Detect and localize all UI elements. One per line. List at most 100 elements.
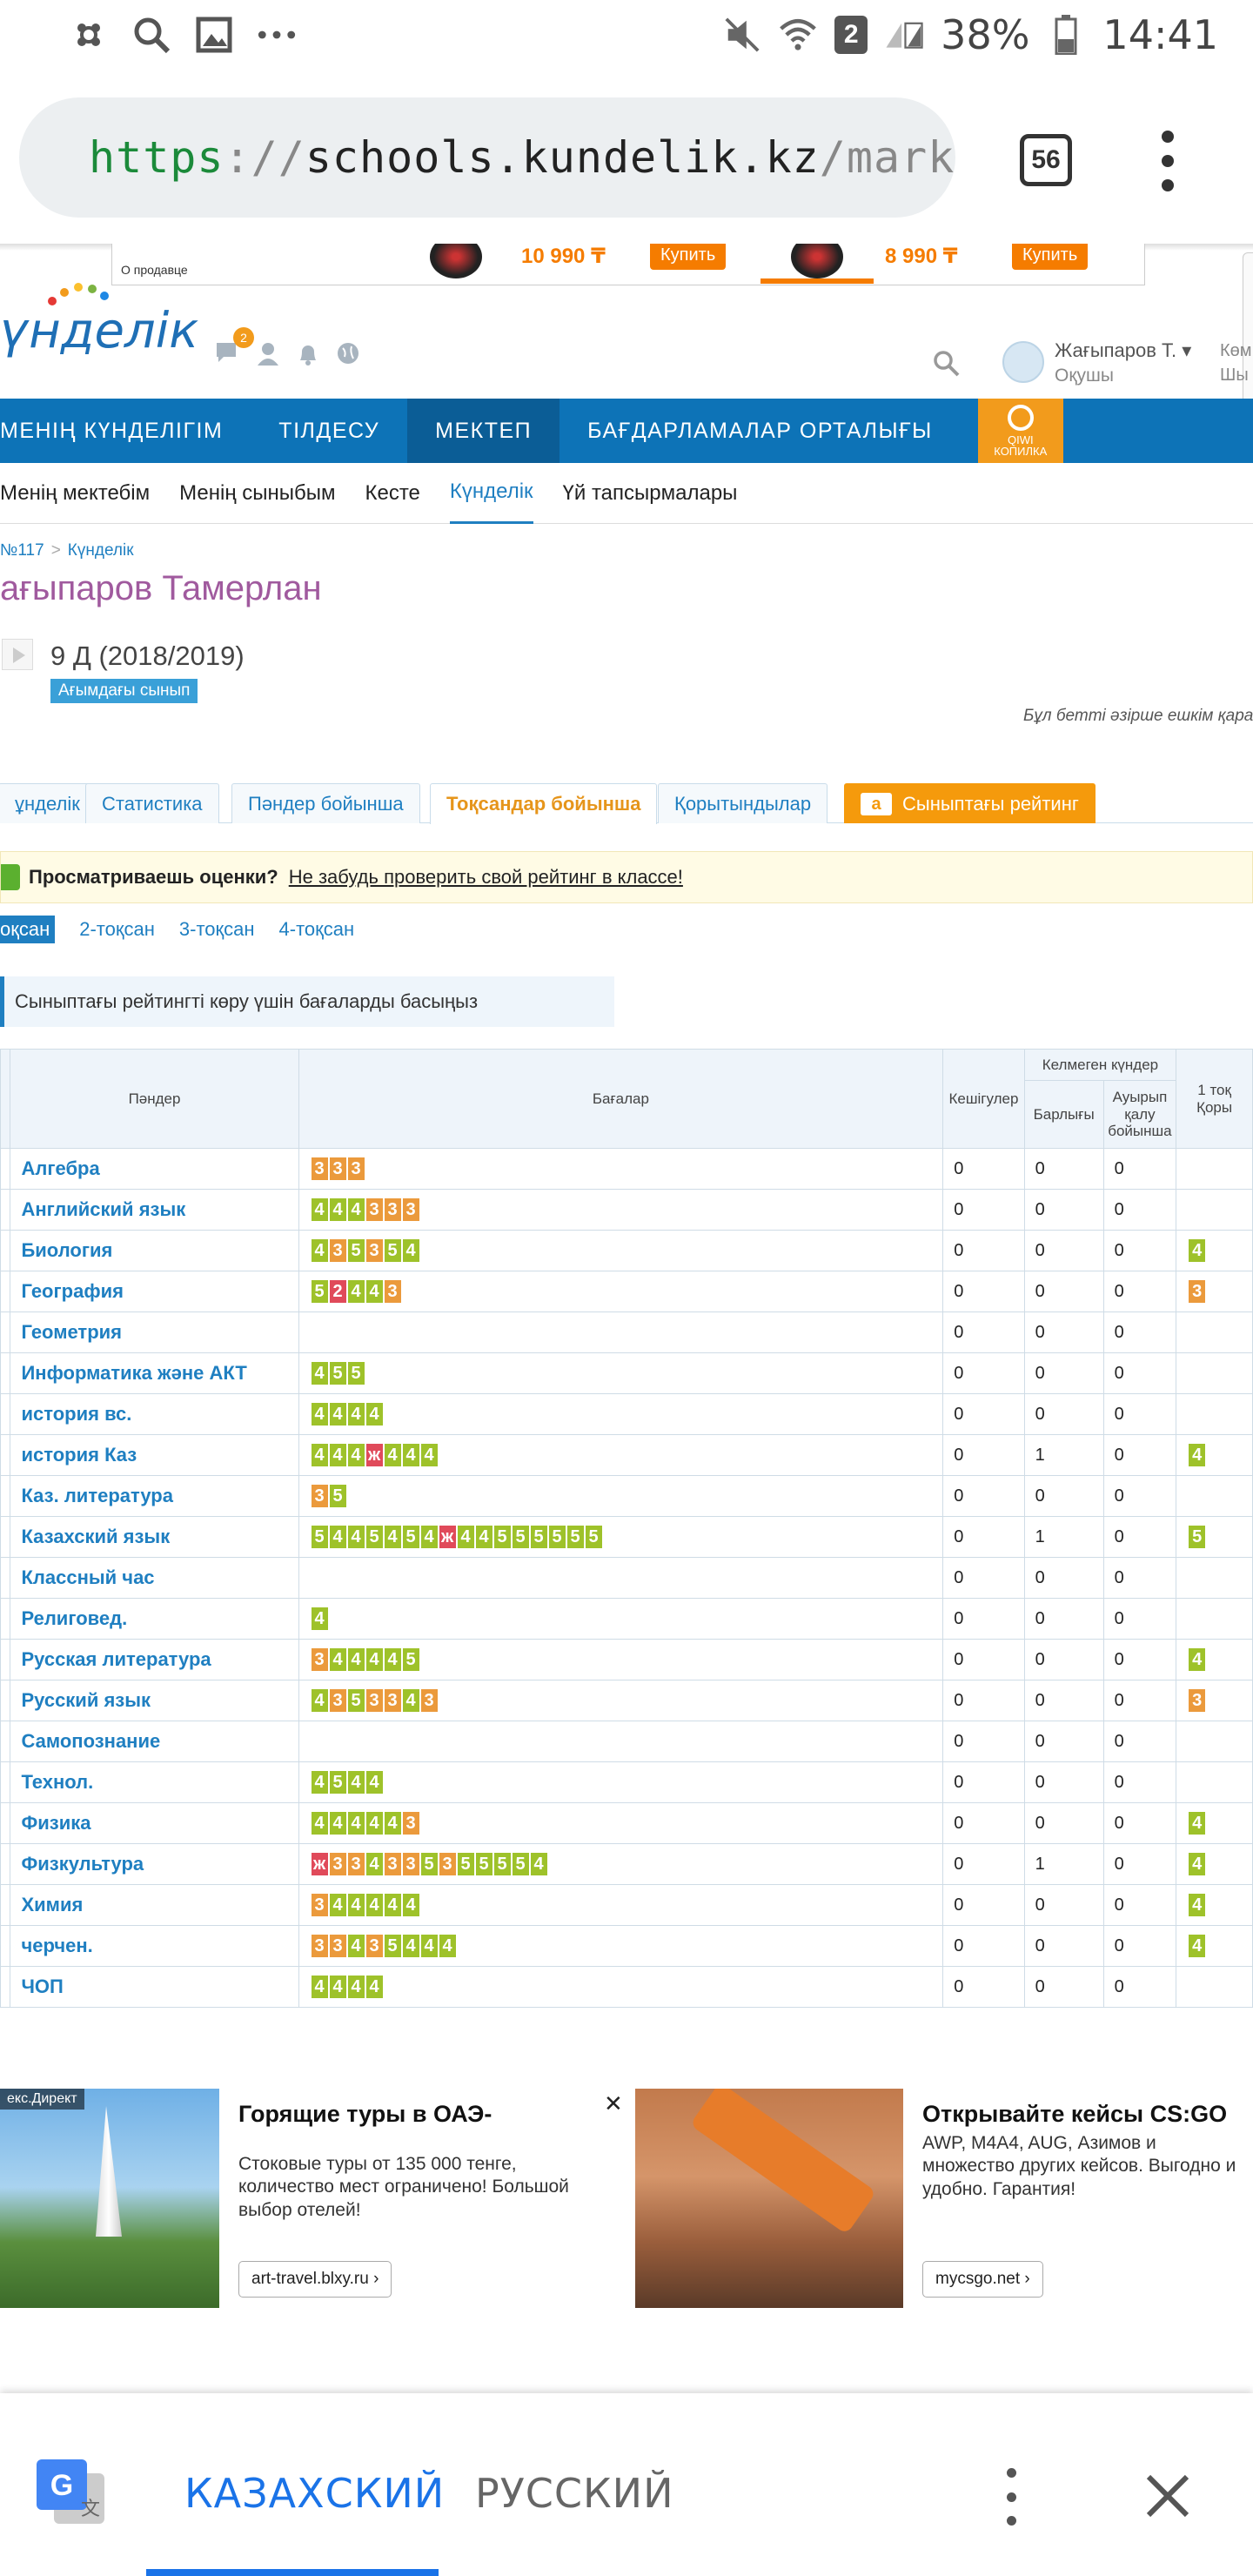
grade-mark[interactable]: 3 <box>311 1935 328 1957</box>
play-icon[interactable] <box>2 639 33 670</box>
target-language-tab[interactable]: РУССКИЙ <box>475 2470 674 2517</box>
grade-mark[interactable]: 3 <box>402 1853 419 1875</box>
grade-mark[interactable]: 4 <box>329 1648 346 1671</box>
qiwi-kopilka-button[interactable]: QIWI КОПИЛКА <box>977 399 1063 463</box>
subject-link[interactable]: Физкультура <box>10 1843 299 1885</box>
subject-link[interactable]: Химия <box>10 1884 299 1926</box>
grade-mark[interactable]: ж <box>311 1853 328 1875</box>
grade-mark[interactable]: 4 <box>384 1648 401 1671</box>
final-grade-mark[interactable]: 4 <box>1189 1444 1206 1466</box>
globe-icon[interactable] <box>334 339 362 367</box>
translate-menu-icon[interactable] <box>1001 2468 1022 2526</box>
nav-communication[interactable]: ТІЛДЕСУ <box>251 399 407 463</box>
subject-link[interactable]: Английский язык <box>10 1189 299 1231</box>
subnav-my-school[interactable]: Менің мектебім <box>0 463 150 524</box>
help-link[interactable]: Көм <box>1220 341 1252 361</box>
grade-mark[interactable]: 4 <box>384 1812 401 1835</box>
subject-link[interactable]: Технол. <box>10 1761 299 1803</box>
grade-mark[interactable]: 3 <box>402 1812 419 1835</box>
site-logo[interactable]: үнделік <box>0 283 198 359</box>
grade-mark[interactable]: 3 <box>311 1485 328 1507</box>
grade-mark[interactable]: 5 <box>402 1648 419 1671</box>
nav-school[interactable]: МЕКТЕП <box>407 399 560 463</box>
grade-mark[interactable]: 4 <box>311 1607 328 1630</box>
tab-class-rating[interactable]: a Сыныптағы рейтинг <box>844 783 1096 823</box>
grade-mark[interactable]: 5 <box>530 1526 547 1548</box>
grade-mark[interactable]: 4 <box>311 1771 328 1794</box>
grade-mark[interactable]: 4 <box>329 1198 346 1221</box>
grade-mark[interactable]: 5 <box>329 1362 346 1385</box>
grade-mark[interactable]: 4 <box>329 1812 346 1835</box>
grade-mark[interactable]: 3 <box>365 1935 383 1957</box>
grade-mark[interactable]: 4 <box>329 1976 346 1998</box>
ad-image-dubai[interactable]: екс.Директ <box>0 2089 219 2308</box>
quarter-3[interactable]: 3-тоқсан <box>179 916 255 943</box>
promo-link[interactable]: Не забудь проверить свой рейтинг в класс… <box>289 866 683 889</box>
buy-button[interactable]: Купить <box>650 244 727 270</box>
grade-mark[interactable]: 4 <box>347 1444 365 1466</box>
breadcrumb-current[interactable]: Күнделік <box>68 541 134 560</box>
grade-mark[interactable]: 3 <box>329 1157 346 1180</box>
tab-by-quarters[interactable]: Тоқсандар бойынша <box>430 783 658 824</box>
subject-link[interactable]: Классный час <box>10 1557 299 1599</box>
final-grade-mark[interactable]: 3 <box>1189 1280 1206 1303</box>
grade-mark[interactable]: 4 <box>311 1198 328 1221</box>
grade-mark[interactable]: 5 <box>384 1239 401 1262</box>
grade-mark[interactable]: 4 <box>402 1894 419 1916</box>
grade-mark[interactable]: ж <box>365 1444 383 1466</box>
grade-mark[interactable]: 5 <box>457 1853 474 1875</box>
grade-mark[interactable]: 4 <box>365 1853 383 1875</box>
grade-mark[interactable]: 4 <box>311 1812 328 1835</box>
grade-mark[interactable]: 5 <box>347 1689 365 1712</box>
ad-image-csgo[interactable] <box>635 2089 903 2308</box>
final-grade-mark[interactable]: 4 <box>1189 1894 1206 1916</box>
grade-mark[interactable]: 5 <box>365 1526 383 1548</box>
grade-mark[interactable]: 4 <box>530 1853 547 1875</box>
address-bar[interactable]: https://schools.kundelik.kz/marks.a <box>19 97 955 218</box>
final-grade-mark[interactable]: 4 <box>1189 1812 1206 1835</box>
grade-mark[interactable]: 4 <box>402 1444 419 1466</box>
logout-link[interactable]: Шы <box>1220 366 1249 386</box>
browser-menu-icon[interactable] <box>1150 131 1185 191</box>
grade-mark[interactable]: 5 <box>548 1526 566 1548</box>
subject-link[interactable]: Самопознание <box>10 1721 299 1762</box>
subject-link[interactable]: География <box>10 1271 299 1312</box>
seller-link[interactable]: О продавце <box>121 263 188 277</box>
final-grade-mark[interactable]: 4 <box>1189 1239 1206 1262</box>
grade-mark[interactable]: 4 <box>384 1894 401 1916</box>
grade-mark[interactable]: 3 <box>329 1689 346 1712</box>
ad-title[interactable]: Горящие туры в ОАЭ- <box>238 2101 492 2128</box>
grade-mark[interactable]: 4 <box>311 1444 328 1466</box>
grade-mark[interactable]: 5 <box>347 1239 365 1262</box>
grade-mark[interactable]: 4 <box>365 1648 383 1671</box>
subject-link[interactable]: Русский язык <box>10 1680 299 1721</box>
grade-mark[interactable]: 5 <box>347 1362 365 1385</box>
grade-mark[interactable]: 3 <box>329 1239 346 1262</box>
tab-results[interactable]: Қорытындылар <box>658 783 828 823</box>
grade-mark[interactable]: 3 <box>402 1198 419 1221</box>
avatar[interactable] <box>1002 341 1044 383</box>
grade-mark[interactable]: 4 <box>311 1689 328 1712</box>
grade-mark[interactable]: 3 <box>311 1648 328 1671</box>
nav-apps-center[interactable]: БАҒДАРЛАМАЛАР ОРТАЛЫҒЫ <box>559 399 961 463</box>
quarter-1[interactable]: оқсан <box>0 916 56 943</box>
grade-mark[interactable]: 4 <box>347 1280 365 1303</box>
grade-mark[interactable]: 3 <box>384 1280 401 1303</box>
user-icon[interactable] <box>254 339 282 367</box>
grade-mark[interactable]: 4 <box>347 1771 365 1794</box>
grade-mark[interactable]: 5 <box>512 1526 529 1548</box>
grade-mark[interactable]: 3 <box>365 1689 383 1712</box>
ad-link-button[interactable]: art-travel.blxy.ru › <box>238 2261 392 2298</box>
grade-mark[interactable]: 4 <box>329 1444 346 1466</box>
grade-mark[interactable]: 4 <box>347 1526 365 1548</box>
grade-mark[interactable]: 4 <box>365 1894 383 1916</box>
grade-mark[interactable]: 3 <box>311 1157 328 1180</box>
grade-mark[interactable]: 5 <box>585 1526 602 1548</box>
grade-mark[interactable]: 4 <box>311 1362 328 1385</box>
grade-mark[interactable]: 4 <box>347 1976 365 1998</box>
grade-mark[interactable]: 4 <box>475 1526 492 1548</box>
subnav-schedule[interactable]: Кесте <box>365 463 420 524</box>
quarter-4[interactable]: 4-тоқсан <box>279 916 355 943</box>
grade-mark[interactable]: 4 <box>384 1526 401 1548</box>
subject-link[interactable]: Биология <box>10 1230 299 1271</box>
